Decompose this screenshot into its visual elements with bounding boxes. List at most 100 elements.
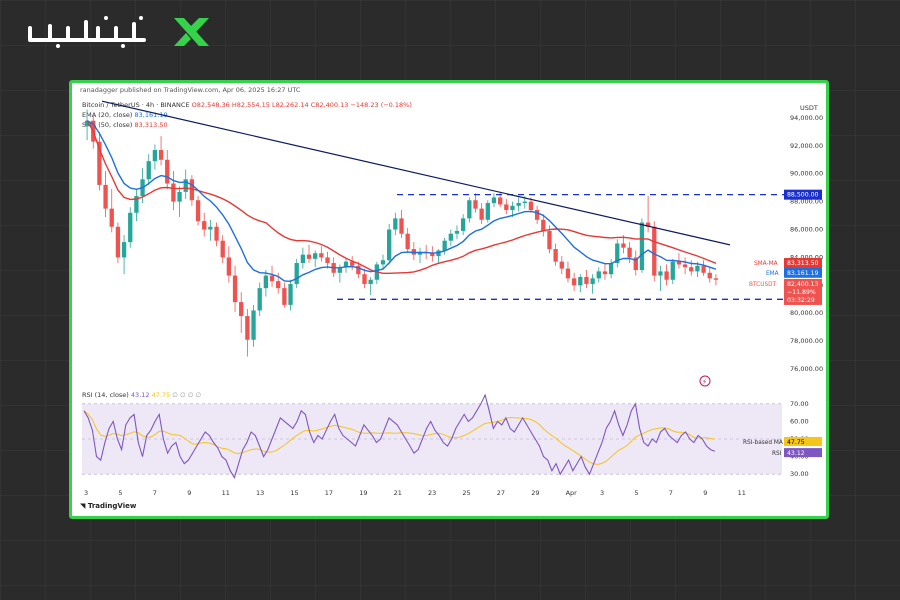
candle-body (257, 288, 262, 311)
candle-body (541, 219, 546, 231)
candle-body (183, 179, 188, 192)
y-tick-label: 94,000.00 (790, 114, 823, 122)
rsi-ma-tag-value: 47.75 (787, 439, 805, 446)
candle-body (220, 240, 225, 258)
brand-x-icon (174, 18, 209, 46)
x-tick-label: 25 (462, 489, 470, 497)
chart-card: ranadagger published on TradingView.com,… (69, 80, 829, 519)
candle-body (109, 208, 114, 227)
tradingview-logo[interactable]: ◥ TradingView (80, 502, 136, 510)
candle-body (627, 247, 632, 258)
candle-body (528, 201, 534, 211)
y-tick-label: 92,000.00 (790, 142, 823, 150)
candle-body (713, 278, 719, 280)
x-tick-label: 9 (703, 489, 707, 497)
candle-body (232, 275, 238, 303)
candle-body (158, 150, 164, 160)
currency-label: USDT (800, 104, 818, 112)
x-tick-label: 21 (394, 489, 402, 497)
x-tick-label: 5 (634, 489, 638, 497)
candle-body (639, 222, 645, 270)
sma-tag-label: SMA-MA (754, 261, 778, 267)
candle-body (608, 263, 614, 275)
candle-body (202, 221, 207, 230)
y-tick-label: 76,000.00 (790, 365, 823, 373)
brand-wordmark (28, 16, 209, 48)
candle-body (652, 226, 657, 276)
candle-body (670, 261, 675, 280)
candle-body (504, 204, 509, 211)
candle-body (707, 272, 712, 279)
candle-body (288, 283, 293, 305)
x-tick-label: 17 (325, 489, 333, 497)
price-chart[interactable]: USDT 94,000.0092,000.0090,000.0088,000.0… (72, 83, 826, 516)
candle-body (362, 274, 367, 284)
x-tick-label: 27 (497, 489, 505, 497)
x-tick-label: 11 (738, 489, 746, 497)
candle-body (282, 288, 287, 305)
last-price-tag-text: 03:32:29 (787, 297, 815, 304)
candle-body (239, 302, 244, 317)
candle-body (602, 271, 608, 275)
candle-body (689, 267, 694, 272)
x-tick-label: Apr (566, 489, 578, 497)
candle-body (664, 271, 669, 280)
candle-body (454, 230, 460, 234)
resistance-tag-text: 88,500.00 (787, 192, 819, 199)
candle-body (103, 184, 108, 209)
candle-body (146, 161, 151, 180)
last-price-tag-label: BTCUSDT (749, 282, 777, 288)
candle-body (676, 261, 682, 265)
rsi-tick-label: 30.00 (790, 470, 809, 478)
candle-body (380, 260, 386, 265)
y-tick-label: 80,000.00 (790, 309, 823, 317)
x-tick-label: 29 (531, 489, 539, 497)
candle-body (584, 276, 589, 284)
x-tick-label: 13 (256, 489, 264, 497)
candle-body (171, 183, 176, 202)
candle-body (448, 233, 453, 241)
candle-body (319, 253, 324, 258)
candle-body (565, 268, 571, 279)
sma-value-tag-text: 83,313.50 (787, 260, 819, 267)
x-tick-label: 7 (153, 489, 157, 497)
brand-logo (26, 12, 216, 52)
candle-body (596, 271, 601, 279)
candle-body (177, 191, 182, 202)
candle-body (325, 257, 330, 264)
candle-body (115, 226, 121, 258)
x-tick-label: 11 (222, 489, 230, 497)
candle-body (510, 205, 515, 211)
x-tick-label: 19 (359, 489, 367, 497)
candle-body (460, 218, 466, 231)
x-tick-label: 9 (187, 489, 191, 497)
last-price-tag: 82,400.13−11.89%03:32:29 (784, 278, 822, 305)
rsi-ma-tag-label: RSI-based MA (743, 440, 783, 446)
x-tick-label: 15 (290, 489, 298, 497)
candle-body (313, 253, 318, 259)
candle-body (590, 278, 595, 284)
candle-body (294, 263, 299, 284)
rsi-tick-label: 70.00 (790, 400, 809, 408)
candle-body (553, 249, 558, 262)
candle-body (485, 203, 490, 220)
candle-body (682, 264, 688, 268)
candle-body (393, 218, 398, 230)
x-tick-label: 23 (428, 489, 436, 497)
rsi-tag-value: 43.12 (787, 450, 805, 457)
y-tick-label: 86,000.00 (790, 226, 823, 234)
x-tick-label: 3 (600, 489, 604, 497)
candle-body (300, 254, 306, 264)
candle-body (473, 200, 478, 209)
candle-body (399, 218, 404, 234)
candle-body (442, 240, 447, 251)
resistance-tag: 88,500.00 (784, 189, 822, 200)
candle-body (208, 226, 213, 230)
rsi-tag-label: RSI (772, 451, 782, 457)
candle-body (571, 278, 577, 286)
ema-value-tag: 83,161.19 (784, 267, 822, 278)
candle-body (405, 233, 410, 250)
candle-body (522, 201, 527, 204)
candle-body (467, 200, 472, 219)
candle-body (128, 212, 133, 243)
